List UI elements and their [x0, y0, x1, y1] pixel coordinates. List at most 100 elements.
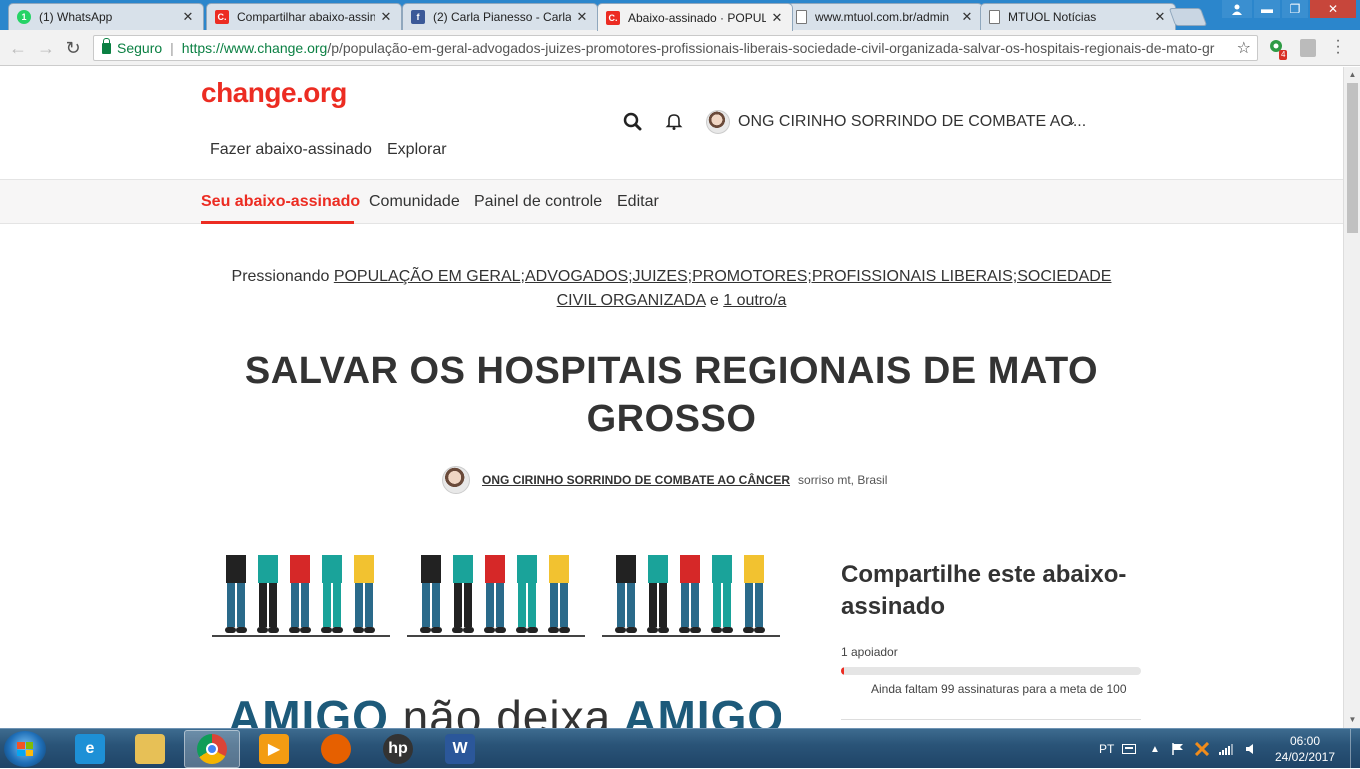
whatsapp-icon: 1 [17, 10, 31, 24]
close-tab-icon[interactable]: ✕ [181, 9, 195, 25]
user-profile-button[interactable] [1222, 0, 1252, 18]
secure-indicator[interactable]: Seguro [102, 37, 162, 56]
browser-tab[interactable]: f (2) Carla Pianesso - Carla ✕ [402, 3, 598, 30]
tab-title: MTUOL Notícias [1008, 10, 1097, 24]
bookmark-star-icon[interactable]: ☆ [1232, 38, 1251, 58]
browser-tab[interactable]: www.mtuol.com.br/admin ✕ [787, 3, 983, 30]
windows-taskbar: e ▶ hp W PT ▲ 06:00 24/02/2017 [0, 728, 1360, 769]
restore-button[interactable]: ❐ [1282, 0, 1308, 18]
taskbar-firefox-button[interactable] [308, 730, 364, 768]
page-icon [989, 10, 1000, 24]
tab-your-petition[interactable]: Seu abaixo-assinado [201, 193, 360, 211]
minimize-button[interactable]: ▬ [1254, 0, 1280, 18]
url-path: /p/população-em-geral-advogados-juizes-p… [327, 40, 1215, 56]
tab-edit[interactable]: Editar [617, 193, 659, 211]
facebook-icon: f [411, 10, 425, 24]
back-arrow-icon[interactable]: ← [8, 38, 28, 58]
volume-icon[interactable] [1245, 729, 1257, 769]
author-location: sorriso mt, Brasil [798, 473, 888, 487]
media-player-icon: ▶ [259, 734, 289, 764]
nav-explore[interactable]: Explorar [387, 141, 447, 159]
start-button[interactable] [4, 731, 46, 767]
people-illustration [407, 555, 587, 637]
close-window-button[interactable]: ✕ [1310, 0, 1356, 18]
people-illustration [602, 555, 781, 637]
taskbar-hp-button[interactable]: hp [370, 730, 426, 768]
keyboard-icon[interactable] [1122, 729, 1136, 769]
extension-icon[interactable]: 4 [1268, 38, 1288, 60]
author-avatar[interactable] [442, 466, 470, 494]
scroll-up-icon[interactable]: ▲ [1344, 67, 1360, 83]
language-indicator[interactable]: PT [1099, 729, 1114, 769]
taskbar-word-button[interactable]: W [432, 730, 488, 768]
nav-start-petition[interactable]: Fazer abaixo-assinado [210, 141, 372, 159]
browser-tab[interactable]: C. Abaixo-assinado · POPULAÇÃO ✕ [597, 3, 793, 31]
url-host: https://www.change.org [181, 40, 328, 56]
antivirus-icon[interactable] [1195, 729, 1209, 769]
target-more-link[interactable]: 1 outro/a [723, 292, 786, 309]
person-figure [289, 555, 311, 633]
person-figure [516, 555, 538, 633]
network-signal-icon[interactable] [1219, 729, 1233, 769]
tab-community[interactable]: Comunidade [369, 193, 460, 211]
person-figure [647, 555, 669, 633]
new-tab-button[interactable] [1168, 8, 1208, 26]
word-icon: W [445, 734, 475, 764]
taskbar-clock[interactable]: 06:00 24/02/2017 [1270, 733, 1340, 765]
divider [841, 719, 1141, 720]
person-figure [257, 555, 279, 633]
goal-text: Ainda faltam 99 assinaturas para a meta … [871, 682, 1127, 696]
close-tab-icon[interactable]: ✕ [1153, 9, 1167, 25]
person-figure [679, 555, 701, 633]
signature-progress-bar [841, 667, 1141, 675]
person-figure [321, 555, 343, 633]
petition-target: Pressionando POPULAÇÃO EM GERAL;ADVOGADO… [231, 268, 1112, 309]
web-page: change.org Fazer abaixo-assinado Explora… [0, 67, 1343, 728]
close-tab-icon[interactable]: ✕ [770, 10, 784, 26]
search-icon[interactable] [623, 112, 643, 132]
taskbar-chrome-button[interactable] [184, 730, 240, 768]
person-figure [353, 555, 375, 633]
browser-tab[interactable]: 1 (1) WhatsApp ✕ [8, 3, 204, 30]
petition-image: AMIGO não deixa AMIGO [202, 555, 781, 728]
petition-title: SALVAR OS HOSPITAIS REGIONAIS DE MATO GR… [244, 350, 1099, 440]
person-figure [225, 555, 247, 633]
author-name-link[interactable]: ONG CIRINHO SORRINDO DE COMBATE AO CÂNCE… [482, 473, 790, 487]
firefox-icon [321, 734, 351, 764]
user-avatar[interactable] [706, 110, 730, 134]
notifications-bell-icon[interactable] [664, 111, 684, 131]
scroll-down-icon[interactable]: ▼ [1344, 712, 1360, 728]
page-scrollbar[interactable]: ▲ ▼ [1343, 67, 1360, 728]
chevron-down-icon[interactable]: ⌄ [1066, 113, 1077, 129]
close-tab-icon[interactable]: ✕ [379, 9, 393, 25]
browser-tab-strip: 1 (1) WhatsApp ✕ C. Compartilhar abaixo-assi… [0, 0, 1360, 31]
scroll-thumb[interactable] [1347, 83, 1358, 233]
tab-title: www.mtuol.com.br/admin [815, 10, 950, 24]
share-title: Compartilhe este abaixo-assinado [841, 561, 1127, 620]
address-bar[interactable]: Seguro | https://www.change.org/p/popula… [93, 35, 1258, 61]
show-desktop-button[interactable] [1350, 729, 1360, 769]
author-row: ONG CIRINHO SORRINDO DE COMBATE AO CÂNCE… [442, 465, 887, 495]
browser-tab[interactable]: C. Compartilhar abaixo-assinado ✕ [206, 3, 402, 30]
close-tab-icon[interactable]: ✕ [960, 9, 974, 25]
person-figure [711, 555, 733, 633]
file-explorer-icon [135, 734, 165, 764]
person-figure [484, 555, 506, 633]
person-figure [743, 555, 765, 633]
tab-dashboard[interactable]: Painel de controle [474, 193, 602, 211]
taskbar-media-player-button[interactable]: ▶ [246, 730, 302, 768]
reload-icon[interactable]: ↻ [63, 38, 83, 58]
change-org-logo[interactable]: change.org [201, 77, 347, 109]
taskbar-file-explorer-button[interactable] [122, 730, 178, 768]
extension-badge: 4 [1279, 50, 1288, 60]
browser-tab[interactable]: MTUOL Notícias ✕ [980, 3, 1176, 30]
show-hidden-icons-icon[interactable]: ▲ [1150, 729, 1160, 769]
tab-title: (1) WhatsApp [39, 10, 113, 24]
close-tab-icon[interactable]: ✕ [575, 9, 589, 25]
menu-icon[interactable]: · · · [1334, 33, 1342, 61]
user-menu-name[interactable]: ONG CIRINHO SORRINDO DE COMBATE AO... [738, 113, 1086, 131]
taskbar-internet-explorer-button[interactable]: e [62, 730, 118, 768]
pdf-extension-icon[interactable] [1300, 39, 1316, 57]
forward-arrow-icon[interactable]: → [36, 38, 56, 58]
action-center-flag-icon[interactable] [1171, 729, 1185, 769]
